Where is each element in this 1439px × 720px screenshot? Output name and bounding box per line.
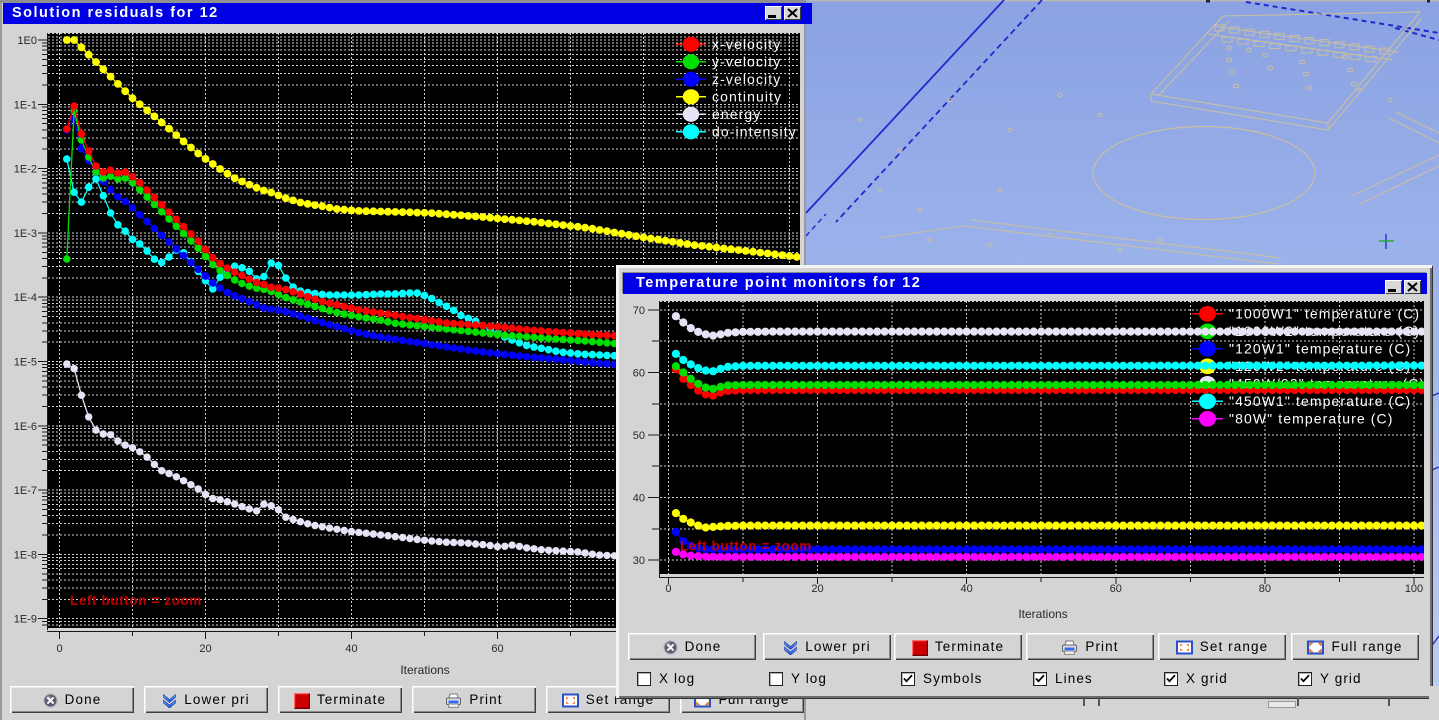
svg-text:x-velocity: x-velocity	[712, 36, 781, 52]
svg-text:1E-8: 1E-8	[14, 549, 37, 561]
svg-text:40: 40	[345, 643, 357, 655]
svg-text:continuity: continuity	[712, 88, 782, 104]
svg-text:1E-7: 1E-7	[14, 485, 37, 497]
svg-text:1E-4: 1E-4	[14, 292, 37, 304]
svg-text:40: 40	[960, 583, 972, 595]
svg-text:1E-3: 1E-3	[14, 228, 37, 240]
svg-text:"450W1" temperature (C): "450W1" temperature (C)	[1229, 393, 1411, 409]
svg-text:"120W1" temperature (C): "120W1" temperature (C)	[1229, 340, 1411, 356]
svg-text:1E-2: 1E-2	[14, 164, 37, 176]
svg-text:1E-6: 1E-6	[14, 421, 37, 433]
svg-text:70: 70	[633, 305, 645, 317]
svg-text:60: 60	[1110, 583, 1122, 595]
svg-text:energy: energy	[712, 106, 761, 122]
svg-text:"1000W1" temperature (C): "1000W1" temperature (C)	[1229, 305, 1420, 321]
svg-text:40: 40	[633, 493, 645, 505]
svg-text:y-velocity: y-velocity	[712, 53, 781, 69]
svg-text:"80W" temperature (C): "80W" temperature (C)	[1229, 410, 1394, 426]
svg-text:100: 100	[1405, 583, 1423, 595]
svg-text:1E-1: 1E-1	[14, 99, 37, 111]
svg-text:do-intensity: do-intensity	[712, 123, 797, 139]
svg-text:0: 0	[665, 583, 671, 595]
svg-text:60: 60	[633, 368, 645, 380]
svg-text:1E-9: 1E-9	[14, 614, 37, 626]
svg-text:1E-5: 1E-5	[14, 357, 37, 369]
svg-text:Iterations: Iterations	[1018, 607, 1067, 621]
svg-text:Left button = zoom: Left button = zoom	[70, 593, 202, 608]
svg-text:30: 30	[633, 555, 645, 567]
svg-text:0: 0	[56, 643, 62, 655]
svg-text:Left button = zoom: Left button = zoom	[680, 539, 812, 554]
svg-text:z-velocity: z-velocity	[712, 71, 781, 87]
svg-text:20: 20	[811, 583, 823, 595]
svg-text:Iterations: Iterations	[400, 663, 449, 677]
svg-text:60: 60	[491, 643, 503, 655]
svg-text:50: 50	[633, 430, 645, 442]
svg-text:1E0: 1E0	[17, 35, 37, 47]
svg-text:20: 20	[199, 643, 211, 655]
svg-text:80: 80	[1259, 583, 1271, 595]
